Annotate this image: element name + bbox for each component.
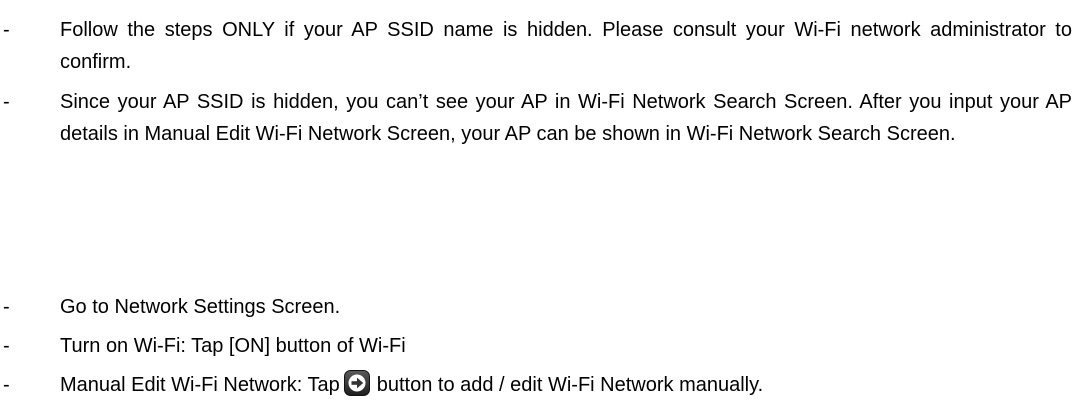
bullet-text: Follow the steps ONLY if your AP SSID na… bbox=[60, 19, 1072, 73]
manual-edit-text-after: button to add / edit Wi-Fi Network manua… bbox=[376, 374, 764, 396]
bullet-dash: - bbox=[3, 335, 10, 357]
bullet-text: Go to Network Settings Screen. bbox=[60, 296, 341, 318]
bullet-text: Manual Edit Wi-Fi Network: Tap button to… bbox=[60, 369, 1072, 401]
bullet-dash: - bbox=[3, 296, 10, 318]
bullet-dash: - bbox=[3, 374, 10, 396]
manual-edit-text-before: Manual Edit Wi-Fi Network: Tap bbox=[60, 374, 340, 396]
document-page: - Follow the steps ONLY if your AP SSID … bbox=[0, 0, 1077, 412]
bullet-dash: - bbox=[3, 19, 10, 41]
bullet-dash: - bbox=[3, 91, 10, 113]
bullet-text: Turn on Wi-Fi: Tap [ON] button of Wi-Fi bbox=[60, 335, 406, 357]
arrow-right-circle-icon bbox=[343, 370, 370, 396]
bullet-text: Since your AP SSID is hidden, you can’t … bbox=[60, 91, 1072, 145]
